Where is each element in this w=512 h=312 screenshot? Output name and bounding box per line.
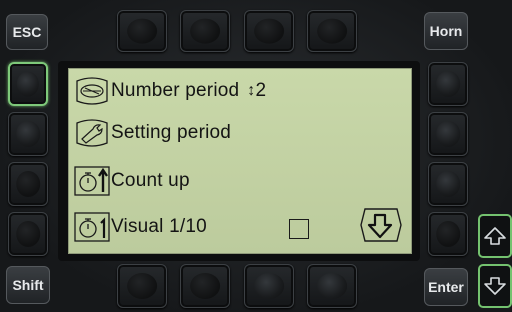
wrench-window-icon bbox=[73, 75, 111, 107]
updown-arrow-icon: ↕ bbox=[247, 82, 256, 99]
shift-button[interactable]: Shift bbox=[6, 266, 50, 304]
left-softkey-3[interactable] bbox=[8, 162, 48, 206]
stopwatch-up-icon bbox=[73, 165, 111, 197]
top-key-2[interactable] bbox=[180, 10, 230, 52]
menu-row-count-up[interactable]: Count up bbox=[73, 165, 190, 197]
up-arrow-button[interactable] bbox=[478, 214, 512, 258]
enter-button[interactable]: Enter bbox=[424, 268, 468, 306]
screen-down-softkey[interactable] bbox=[359, 205, 403, 245]
left-softkey-1[interactable] bbox=[8, 62, 48, 106]
control-panel: ESC Horn Shift Enter Number period ↕ 2 S… bbox=[0, 0, 512, 312]
bottom-key-1[interactable] bbox=[117, 264, 167, 308]
setting-period-label: Setting period bbox=[111, 122, 232, 143]
right-softkey-1[interactable] bbox=[428, 62, 468, 106]
top-key-3[interactable] bbox=[244, 10, 294, 52]
wrench-settings-icon bbox=[73, 117, 111, 149]
bottom-key-3[interactable] bbox=[244, 264, 294, 308]
down-arrow-icon bbox=[484, 277, 506, 295]
up-arrow-icon bbox=[484, 227, 506, 245]
menu-row-visual[interactable]: Visual 1/10 bbox=[73, 211, 207, 243]
top-key-1[interactable] bbox=[117, 10, 167, 52]
visual-label: Visual 1/10 bbox=[111, 216, 207, 237]
left-softkey-4[interactable] bbox=[8, 212, 48, 256]
count-up-label: Count up bbox=[111, 170, 190, 191]
left-softkey-2[interactable] bbox=[8, 112, 48, 156]
lcd-screen: Number period ↕ 2 Setting period Count u… bbox=[68, 68, 412, 254]
menu-row-setting-period[interactable]: Setting period bbox=[73, 117, 231, 149]
number-period-value: 2 bbox=[255, 80, 267, 101]
number-period-label: Number period bbox=[111, 80, 240, 101]
stopwatch-1-icon bbox=[73, 211, 111, 243]
visual-checkbox[interactable] bbox=[289, 219, 309, 239]
down-arrow-icon bbox=[360, 208, 402, 242]
esc-button[interactable]: ESC bbox=[6, 14, 48, 50]
right-softkey-3[interactable] bbox=[428, 162, 468, 206]
bottom-key-2[interactable] bbox=[180, 264, 230, 308]
top-key-4[interactable] bbox=[307, 10, 357, 52]
menu-row-number-period[interactable]: Number period ↕ 2 bbox=[73, 75, 266, 107]
horn-button[interactable]: Horn bbox=[424, 12, 468, 50]
right-softkey-4[interactable] bbox=[428, 212, 468, 256]
bottom-key-4[interactable] bbox=[307, 264, 357, 308]
down-arrow-button[interactable] bbox=[478, 264, 512, 308]
right-softkey-2[interactable] bbox=[428, 112, 468, 156]
